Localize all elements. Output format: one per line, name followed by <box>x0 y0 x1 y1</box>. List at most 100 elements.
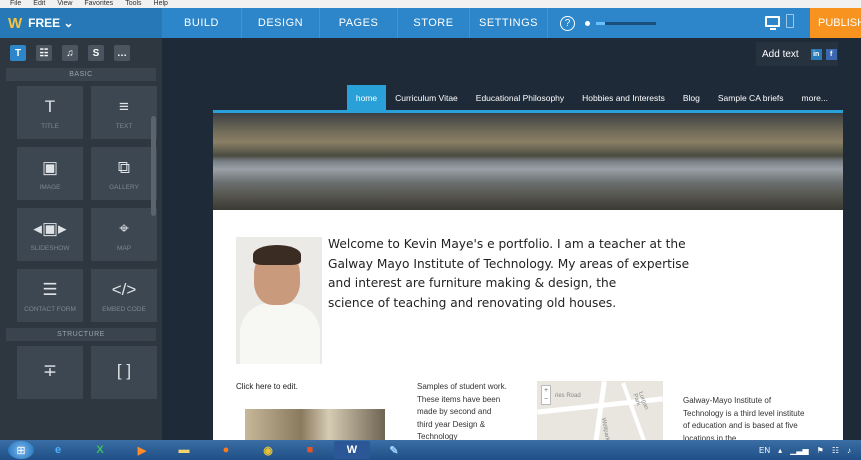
element-map[interactable]: ⌖ MAP <box>91 208 157 261</box>
element-text[interactable]: ≡ TEXT <box>91 86 157 139</box>
tab-build[interactable]: BUILD <box>162 8 242 38</box>
menu-item-tools[interactable]: Tools <box>125 0 141 7</box>
element-gallery[interactable]: ⧉ GALLERY <box>91 147 157 200</box>
commerce-tool-icon[interactable]: S <box>88 45 104 61</box>
zoom-slider[interactable] <box>585 20 656 26</box>
browser-menu-bar: File Edit View Favorites Tools Help <box>0 0 861 8</box>
basic-section-label: BASIC <box>6 68 156 81</box>
help-icon[interactable]: ? <box>560 15 575 31</box>
structure-elements-grid: ∓ [ ] <box>0 341 162 399</box>
element-image[interactable]: ▣ IMAGE <box>17 147 83 200</box>
tray-arrow-icon[interactable]: ▴ <box>778 446 782 455</box>
network-icon[interactable]: ☷ <box>832 446 839 455</box>
language-indicator[interactable]: EN <box>759 446 770 455</box>
flag-icon[interactable]: ⚑ <box>817 446 824 455</box>
start-button-icon[interactable]: ⊞ <box>8 441 34 459</box>
structure-section-label: STRUCTURE <box>6 328 156 341</box>
site-nav-home[interactable]: home <box>346 85 387 110</box>
tab-store[interactable]: STORE <box>398 8 470 38</box>
elements-sidebar: T ☷ ♫ S … BASIC T TITLE ≡ TEXT ▣ IMAGE ⧉ GALLERY ◂▣▸… <box>0 38 162 440</box>
element-label: SLIDESHOW <box>30 244 70 252</box>
site-nav-hobbies-and-interests[interactable]: Hobbies and Interests <box>573 85 674 110</box>
internet-explorer-icon[interactable]: e <box>40 441 76 459</box>
tab-design[interactable]: DESIGN <box>242 8 320 38</box>
welcome-line: Welcome to Kevin Maye's e portfolio. I a… <box>328 237 686 251</box>
plan-menu[interactable]: W FREE ⌄ <box>0 8 162 38</box>
sidebar-scrollbar[interactable] <box>151 116 156 216</box>
element-contact-form[interactable]: ☰ CONTACT FORM <box>17 269 83 322</box>
student-work-image[interactable] <box>245 409 385 440</box>
gmit-text[interactable]: Galway-Mayo Institute of Technology is a… <box>683 395 813 440</box>
tab-settings[interactable]: SETTINGS <box>470 8 548 38</box>
tab-pages[interactable]: PAGES <box>320 8 398 38</box>
add-text-panel[interactable]: Add text in f <box>756 42 838 66</box>
site-nav-more-[interactable]: more... <box>793 85 837 110</box>
samples-text[interactable]: Samples of student work. These items hav… <box>417 381 509 440</box>
plan-label: FREE ⌄ <box>28 16 74 30</box>
element-label: EMBED CODE <box>102 305 146 313</box>
slider-knob[interactable] <box>585 20 590 26</box>
publish-button[interactable]: PUBLISH <box>810 8 861 38</box>
photo-shirt <box>240 303 320 364</box>
element-title[interactable]: T TITLE <box>17 86 83 139</box>
office-icon[interactable]: ■ <box>292 441 328 459</box>
add-text-label: Add text <box>762 48 799 60</box>
linkedin-icon[interactable]: in <box>810 48 822 60</box>
editor-canvas: Add text in f home Curriculum Vitae Educat… <box>162 38 861 440</box>
windows-taskbar: ⊞ e X ▶ ▬ ● ◉ ■ W ✎ EN ▴ ▁▃▅ ⚑ ☷ ♪ <box>0 440 861 460</box>
spacer-icon: [ ] <box>116 360 132 380</box>
media-player-icon[interactable]: ▶ <box>124 441 160 459</box>
text-icon: ≡ <box>119 96 129 116</box>
signal-icon[interactable]: ▁▃▅ <box>790 446 808 455</box>
facebook-icon[interactable]: f <box>825 48 837 60</box>
divider-icon: ∓ <box>42 360 58 380</box>
profile-photo[interactable] <box>236 237 322 364</box>
chrome-icon[interactable]: ◉ <box>250 441 286 459</box>
element-slideshow[interactable]: ◂▣▸ SLIDESHOW <box>17 208 83 261</box>
map-embed[interactable]: + − ries Road Wellpark Road Lurgan Park <box>537 381 663 440</box>
slideshow-icon: ◂▣▸ <box>33 218 67 238</box>
menu-item-view[interactable]: View <box>57 0 72 7</box>
map-pin-icon: ⌖ <box>119 218 129 238</box>
text-tool-icon[interactable]: T <box>10 45 26 61</box>
editor-top-bar: W FREE ⌄ BUILD DESIGN PAGES STORE SETTIN… <box>0 8 861 38</box>
paint-icon[interactable]: ✎ <box>376 441 412 459</box>
element-label: TEXT <box>115 122 133 130</box>
menu-item-edit[interactable]: Edit <box>33 0 45 7</box>
desktop-view-icon[interactable] <box>765 15 780 30</box>
site-navigation: home Curriculum Vitae Educational Philosop… <box>213 85 843 110</box>
welcome-text[interactable]: Welcome to Kevin Maye's e portfolio. I a… <box>328 235 708 313</box>
element-structure-1[interactable]: [ ] <box>91 346 157 399</box>
site-nav-educational-philosophy[interactable]: Educational Philosophy <box>467 85 573 110</box>
click-to-edit-text[interactable]: Click here to edit. <box>236 382 298 391</box>
word-icon[interactable]: W <box>334 441 370 459</box>
header-banner-image[interactable] <box>213 113 843 210</box>
weebly-logo-icon: W <box>8 14 23 32</box>
site-nav-curriculum-vitae[interactable]: Curriculum Vitae <box>386 85 467 110</box>
title-icon: T <box>44 96 56 116</box>
volume-icon[interactable]: ♪ <box>847 446 851 455</box>
file-explorer-icon[interactable]: ▬ <box>166 441 202 459</box>
map-street-label: ries Road <box>555 393 581 399</box>
menu-item-favorites[interactable]: Favorites <box>84 0 113 7</box>
menu-item-help[interactable]: Help <box>154 0 168 7</box>
more-tool-icon[interactable]: … <box>114 45 130 61</box>
site-preview: home Curriculum Vitae Educational Philosop… <box>213 85 843 440</box>
firefox-icon[interactable]: ● <box>208 441 244 459</box>
element-embed-code[interactable]: </> EMBED CODE <box>91 269 157 322</box>
gallery-icon: ⧉ <box>117 157 131 177</box>
photo-hair <box>253 245 301 265</box>
media-tool-icon[interactable]: ♫ <box>62 45 78 61</box>
site-nav-blog[interactable]: Blog <box>674 85 709 110</box>
mobile-view-icon[interactable] <box>786 14 794 28</box>
map-zoom-control[interactable]: + − <box>541 385 551 405</box>
element-category-tabs: T ☷ ♫ S … <box>0 38 162 68</box>
layout-tool-icon[interactable]: ☷ <box>36 45 52 61</box>
map-street-label: Wellpark Road <box>600 417 613 440</box>
excel-icon[interactable]: X <box>82 441 118 459</box>
welcome-line: science of teaching and renovating old h… <box>328 295 617 310</box>
slider-track <box>596 21 656 25</box>
element-structure-0[interactable]: ∓ <box>17 346 83 399</box>
site-nav-sample-ca-briefs[interactable]: Sample CA briefs <box>709 85 793 110</box>
menu-item-file[interactable]: File <box>10 0 21 7</box>
